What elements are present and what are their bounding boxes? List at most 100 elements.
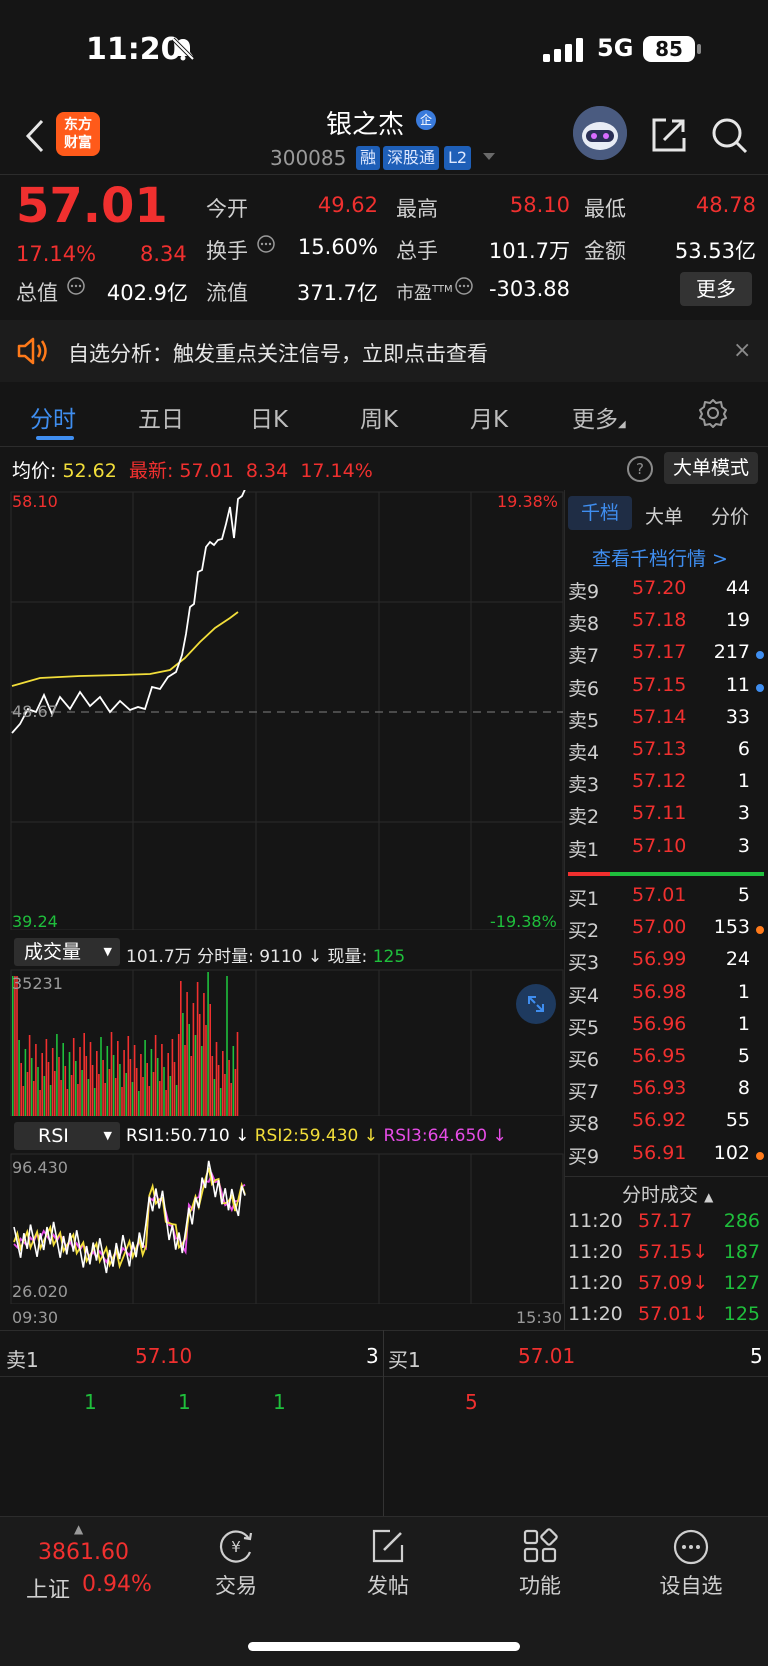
intraday-price-chart[interactable] <box>0 490 564 930</box>
level-qty: 44 <box>725 577 750 599</box>
tab-daily-k[interactable]: 日K <box>250 400 288 434</box>
notice-close-button[interactable]: × <box>733 338 751 363</box>
view-thousand-level-link[interactable]: 查看千档行情 > <box>592 544 728 571</box>
volume-bar <box>43 1076 46 1116</box>
sell-level-row[interactable]: 卖9 57.20 44 <box>568 577 764 607</box>
volume-bar <box>215 1042 218 1116</box>
volume-bar <box>62 1043 64 1116</box>
tab-thousand-level[interactable]: 千档 <box>568 496 632 530</box>
volume-bar <box>87 1079 90 1116</box>
tab-weekly-k[interactable]: 周K <box>360 400 398 434</box>
volume-bar <box>165 1090 167 1116</box>
index-name[interactable]: 上证 <box>26 1572 70 1604</box>
volume-bar <box>68 1052 71 1116</box>
buy-level-row[interactable]: 买4 56.98 1 <box>568 981 764 1011</box>
buy-level-row[interactable]: 买8 56.92 55 <box>568 1109 764 1139</box>
volume-bar <box>196 982 199 1116</box>
tab-more[interactable]: 更多◢ <box>572 400 626 434</box>
volume-bar <box>234 1069 237 1116</box>
back-arrow-icon[interactable] <box>24 118 46 154</box>
tab-functions[interactable]: 功能 <box>490 1570 590 1600</box>
axis-price-max: 58.10 <box>12 492 58 511</box>
level-price: 56.92 <box>632 1109 687 1132</box>
expand-icon[interactable] <box>516 984 556 1024</box>
volume-bar <box>152 1072 155 1116</box>
tab-big-order[interactable]: 大单 <box>645 502 683 529</box>
tab-monthly-k[interactable]: 月K <box>470 400 508 434</box>
search-icon[interactable] <box>710 116 750 156</box>
level-label: 卖3 <box>568 774 600 797</box>
value-turnover: 15.60% <box>297 235 378 259</box>
volume-bar <box>110 1032 113 1116</box>
sell-level-row[interactable]: 卖5 57.14 33 <box>568 706 764 736</box>
buy-level-row[interactable]: 买2 57.00 153 <box>568 916 764 946</box>
ticks-title[interactable]: 分时成交 ▲ <box>622 1180 713 1207</box>
buy-level-row[interactable]: 买9 56.91 102 <box>568 1142 764 1172</box>
level-label: 买5 <box>568 1016 600 1039</box>
add-watchlist-icon[interactable] <box>672 1528 710 1566</box>
trade-yuan-icon[interactable]: ¥ <box>216 1528 256 1564</box>
buy-level-row[interactable]: 买6 56.95 5 <box>568 1045 764 1075</box>
tab-five-day[interactable]: 五日 <box>138 400 184 434</box>
sell-level-row[interactable]: 卖4 57.13 6 <box>568 738 764 768</box>
index-percent[interactable]: 0.94% <box>82 1572 152 1597</box>
volume-bar <box>180 981 182 1116</box>
big-order-mode-button[interactable]: 大单模式 <box>664 452 758 484</box>
volume-bar <box>119 1064 121 1116</box>
rsi-indicator-select[interactable]: RSI ▼ <box>14 1122 120 1150</box>
sell-level-row[interactable]: 卖3 57.12 1 <box>568 770 764 800</box>
value-amount: 53.53亿 <box>674 239 756 263</box>
assistant-robot-icon[interactable] <box>573 106 627 160</box>
buy-level-row[interactable]: 买5 56.96 1 <box>568 1013 764 1043</box>
tab-intraday[interactable]: 分时 <box>30 400 76 434</box>
sell-level-row[interactable]: 卖2 57.11 3 <box>568 802 764 832</box>
volume-bar <box>140 1054 142 1116</box>
tab-watchlist[interactable]: 设自选 <box>641 1570 741 1600</box>
buy-level-row[interactable]: 买3 56.99 24 <box>568 948 764 978</box>
index-value[interactable]: 3861.60 <box>38 1540 129 1565</box>
level-price: 57.00 <box>632 916 687 939</box>
axis-volume-max: 35231 <box>12 974 63 993</box>
bell-muted-icon <box>171 37 195 61</box>
volume-bar <box>144 1040 146 1116</box>
post-edit-icon[interactable] <box>370 1528 406 1564</box>
level-qty: 11 <box>725 673 750 696</box>
volume-bar <box>39 1090 41 1116</box>
volume-bar <box>123 1050 125 1116</box>
level-qty: 153 <box>713 916 750 939</box>
tab-trade[interactable]: 交易 <box>186 1570 286 1600</box>
level-label: 卖7 <box>568 645 600 668</box>
functions-grid-icon[interactable] <box>522 1528 558 1564</box>
value-market-cap: 402.9亿 <box>106 281 188 305</box>
level-qty: 1 <box>737 770 750 793</box>
volume-bar <box>117 1041 119 1116</box>
sell-level-row[interactable]: 卖6 57.15 11 <box>568 674 764 704</box>
volume-bar <box>45 1039 48 1116</box>
more-info-icon[interactable] <box>455 277 473 295</box>
volume-chart[interactable] <box>0 968 564 1116</box>
sell-level-row[interactable]: 卖8 57.18 19 <box>568 609 764 639</box>
level-label: 卖2 <box>568 806 600 829</box>
tab-post[interactable]: 发帖 <box>338 1570 438 1600</box>
level1-sell-price: 57.10 <box>135 1344 193 1368</box>
sell-level-row[interactable]: 卖1 57.10 3 <box>568 835 764 865</box>
axis-price-min: 39.24 <box>12 912 58 931</box>
level-label: 卖4 <box>568 742 600 764</box>
tab-price-distribution[interactable]: 分价 <box>711 502 749 529</box>
buy-level-row[interactable]: 买7 56.93 8 <box>568 1077 764 1107</box>
rsi-chart[interactable] <box>0 1152 564 1304</box>
help-icon[interactable]: ? <box>627 456 653 482</box>
volume-indicator-select[interactable]: 成交量 ▼ <box>14 938 120 966</box>
buy-level-row[interactable]: 买1 57.01 5 <box>568 884 764 914</box>
stock-name[interactable]: 银之杰 <box>300 104 430 141</box>
more-info-icon[interactable] <box>257 235 275 253</box>
notice-text[interactable]: 自选分析：触发重点关注信号，立即点击查看 <box>68 338 488 368</box>
share-icon[interactable] <box>650 116 688 154</box>
gear-icon[interactable] <box>698 398 728 428</box>
caret-down-icon[interactable] <box>482 152 496 162</box>
sell-level-row[interactable]: 卖7 57.17 217 <box>568 641 764 671</box>
index-expand-icon[interactable]: ▲ <box>74 1522 83 1536</box>
more-info-icon[interactable] <box>67 277 85 295</box>
more-button[interactable]: 更多 <box>680 272 752 306</box>
volume-bar <box>33 1081 35 1116</box>
